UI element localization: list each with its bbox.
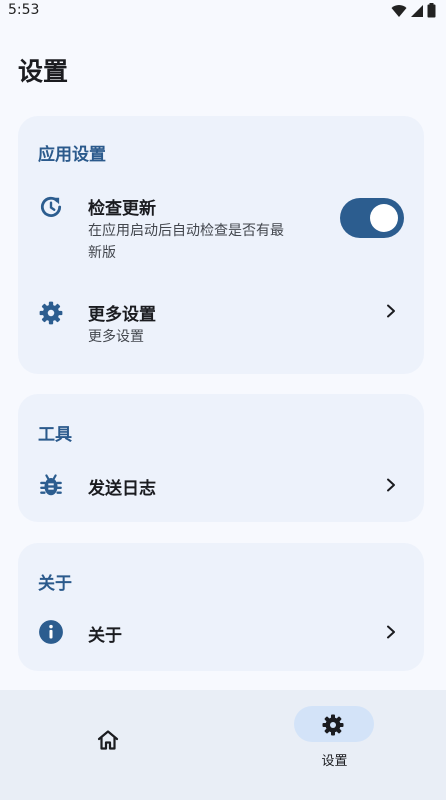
check-update-title: 检查更新 <box>88 199 156 219</box>
auto-update-toggle[interactable] <box>340 198 404 238</box>
check-update-subtitle: 在应用启动后自动检查是否有最 新版 <box>88 220 358 264</box>
check-update-subtitle-line1: 在应用启动后自动检查是否有最 <box>88 223 284 239</box>
send-log-title: 发送日志 <box>88 479 156 499</box>
bug-icon <box>40 474 62 496</box>
check-update-row[interactable]: 检查更新 在应用启动后自动检查是否有最 新版 <box>18 186 424 276</box>
section-header-about: 关于 <box>38 574 72 594</box>
tools-card: 工具 发送日志 <box>18 394 424 522</box>
nav-label-settings: 设置 <box>321 754 348 769</box>
check-update-subtitle-line2: 新版 <box>88 245 116 261</box>
gear-icon <box>322 714 344 736</box>
bottom-nav: 设置 <box>0 690 446 800</box>
page-title: 设置 <box>18 57 69 86</box>
app-settings-card: 应用设置 检查更新 在应用启动后自动检查是否有最 新版 更多设置 更多设置 <box>18 116 424 374</box>
chevron-right-icon <box>387 478 395 492</box>
nav-item-settings[interactable]: 设置 <box>223 690 446 800</box>
section-header-tools: 工具 <box>38 425 72 445</box>
battery-icon <box>427 3 436 18</box>
more-settings-row[interactable]: 更多设置 更多设置 <box>18 290 424 360</box>
toggle-knob <box>370 204 398 232</box>
chevron-right-icon <box>387 625 395 639</box>
more-settings-title: 更多设置 <box>88 305 156 325</box>
signal-icon <box>411 4 423 17</box>
chevron-right-icon <box>387 304 395 318</box>
about-card: 关于 关于 <box>18 543 424 671</box>
gear-icon <box>39 301 63 325</box>
status-icons <box>391 3 436 18</box>
wifi-icon <box>391 4 407 17</box>
about-title: 关于 <box>88 626 122 646</box>
status-time: 5:53 <box>8 2 40 18</box>
send-log-row[interactable]: 发送日志 <box>18 466 424 510</box>
about-row[interactable]: 关于 <box>18 615 424 659</box>
home-icon <box>97 730 119 750</box>
nav-item-home[interactable] <box>0 690 223 800</box>
info-icon <box>39 620 63 644</box>
refresh-icon <box>40 196 62 217</box>
section-header-app-settings: 应用设置 <box>38 145 106 165</box>
more-settings-subtitle: 更多设置 <box>88 329 144 345</box>
status-bar: 5:53 <box>0 0 446 22</box>
